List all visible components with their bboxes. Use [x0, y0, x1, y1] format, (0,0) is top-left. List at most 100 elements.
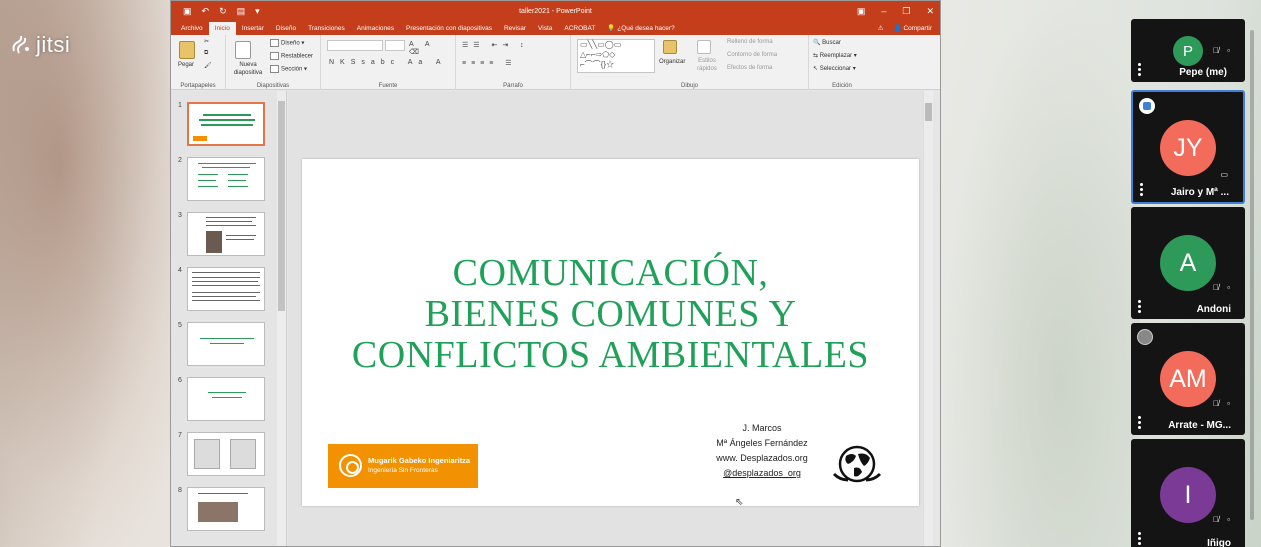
- tab-inicio[interactable]: Inicio: [208, 22, 236, 35]
- connection-indicator-icon[interactable]: [1137, 329, 1153, 345]
- format-painter-icon[interactable]: 🖌: [204, 62, 212, 69]
- filmstrip-scrollbar[interactable]: [1250, 30, 1254, 520]
- tab-acrobat[interactable]: ACROBAT: [558, 22, 601, 35]
- font-family-select[interactable]: [327, 40, 383, 51]
- new-slide-button[interactable]: Nueva diapositiva: [229, 61, 267, 77]
- background-right: [940, 0, 1140, 547]
- tab-presentacion[interactable]: Presentación con diapositivas: [400, 22, 498, 35]
- logo-line-1: Mugarik Gabeko Ingeniaritza: [368, 456, 471, 465]
- more-options-icon[interactable]: [1138, 532, 1141, 547]
- fill-button[interactable]: Relleno de forma: [727, 39, 773, 45]
- thumbnail-row[interactable]: 2: [171, 157, 271, 207]
- slide-thumbnail[interactable]: [187, 322, 265, 366]
- dominant-speaker-icon: [1139, 98, 1155, 114]
- section-icon: [270, 65, 279, 73]
- muted-status-icons: 🎙̸ ▫: [1212, 46, 1233, 55]
- thumbnail-row[interactable]: 1: [171, 102, 271, 152]
- font-format-buttons[interactable]: NKSsabc Aa A: [329, 59, 447, 66]
- participant-tile[interactable]: AM 🎙̸ ▫ Arrate - MG...: [1131, 323, 1245, 435]
- more-options-icon[interactable]: [1140, 183, 1143, 198]
- ribbon-display-icon[interactable]: ▣: [857, 6, 866, 17]
- title-line-3: CONFLICTOS AMBIENTALES: [351, 334, 870, 376]
- participant-tile[interactable]: JY ▭ Jairo y Mª ...: [1131, 90, 1245, 204]
- participant-tile[interactable]: A 🎙̸ ▫ Andoni: [1131, 207, 1245, 319]
- maximize-button[interactable]: ❐: [902, 6, 910, 17]
- logo-line-2: Ingeniería Sin Fronteras: [368, 467, 438, 474]
- jitsi-logo: jitsi: [10, 32, 70, 58]
- find-button[interactable]: 🔍 Buscar: [813, 39, 841, 46]
- new-slide-icon[interactable]: [235, 41, 251, 59]
- paste-button[interactable]: Pegar: [178, 62, 194, 68]
- quick-styles-button[interactable]: Estilos rápidos: [691, 57, 723, 73]
- thumbnail-row[interactable]: 8: [171, 487, 271, 537]
- minimize-button[interactable]: –: [881, 6, 886, 17]
- font-size-select[interactable]: [385, 40, 405, 51]
- arrange-button[interactable]: Organizar: [659, 59, 685, 65]
- effects-button[interactable]: Efectos de forma: [727, 65, 772, 71]
- tab-revisar[interactable]: Revisar: [498, 22, 532, 35]
- replace-button[interactable]: ⇆ Reemplazar ▾: [813, 52, 857, 59]
- slide-thumbnail[interactable]: [187, 157, 265, 201]
- outline-button[interactable]: Contorno de forma: [727, 52, 777, 58]
- close-button[interactable]: ✕: [926, 6, 934, 17]
- reset-label: Restablecer: [281, 53, 314, 60]
- thumbnail-row[interactable]: 4: [171, 267, 271, 317]
- more-options-icon[interactable]: [1138, 300, 1141, 315]
- muted-status-icons: 🎙̸ ▫: [1212, 283, 1233, 292]
- reset-button[interactable]: Restablecer: [270, 52, 313, 60]
- muted-status-icons: 🎙̸ ▫: [1212, 399, 1233, 408]
- paste-icon[interactable]: [179, 41, 195, 59]
- participant-name: Iñigo: [1207, 538, 1231, 547]
- group-label-portapapeles: Portapapeles: [180, 83, 216, 89]
- thumbnail-number: 6: [178, 377, 182, 384]
- layout-label: Diseño: [281, 40, 300, 47]
- slide-thumbnail[interactable]: [187, 212, 265, 256]
- warning-icon[interactable]: ⚠: [878, 22, 884, 35]
- slide-thumbnail[interactable]: [187, 432, 265, 476]
- group-label-diapositivas: Diapositivas: [256, 83, 290, 89]
- slide-thumbnail[interactable]: [187, 102, 265, 146]
- copy-icon[interactable]: ⧉: [204, 50, 208, 57]
- thumbnail-row[interactable]: 6: [171, 377, 271, 427]
- shapes-gallery[interactable]: ▭╲╲▭◯▭ △⌐⌐⇨⬠◇ ⌐⌒⌒{}☆: [577, 39, 655, 73]
- scroll-thumb[interactable]: [278, 101, 285, 311]
- slide-thumbnail[interactable]: [187, 377, 265, 421]
- quick-styles-icon[interactable]: [697, 40, 711, 54]
- align-buttons[interactable]: ≡≡≡≡ ☰: [462, 59, 517, 67]
- tab-archivo[interactable]: Archivo: [175, 22, 209, 35]
- participant-tile[interactable]: I 🎙̸ ▫ Iñigo: [1131, 439, 1245, 547]
- font-grow-shrink[interactable]: A A ⌫: [409, 41, 455, 56]
- slide-thumbnail[interactable]: [187, 267, 265, 311]
- thumbnail-row[interactable]: 3: [171, 212, 271, 262]
- tell-me-box[interactable]: 💡 ¿Qué desea hacer?: [601, 22, 680, 35]
- scroll-thumb[interactable]: [925, 103, 932, 121]
- group-fuente: A A ⌫ NKSsabc Aa A Fuente: [321, 35, 456, 90]
- group-label-parrafo: Párrafo: [503, 83, 523, 89]
- more-options-icon[interactable]: [1138, 416, 1141, 431]
- thumbnail-number: 7: [178, 432, 182, 439]
- thumbnail-row[interactable]: 5: [171, 322, 271, 372]
- tab-animaciones[interactable]: Animaciones: [351, 22, 400, 35]
- share-button[interactable]: 👤 Compartir: [894, 22, 932, 35]
- arrange-icon[interactable]: [663, 40, 677, 54]
- section-button[interactable]: Sección ▾: [270, 65, 307, 73]
- current-slide[interactable]: COMUNICACIÓN, BIENES COMUNES Y CONFLICTO…: [302, 159, 919, 508]
- tab-insertar[interactable]: Insertar: [236, 22, 270, 35]
- editor-scrollbar[interactable]: [923, 91, 933, 546]
- layout-button[interactable]: Diseño ▾: [270, 39, 304, 47]
- list-buttons[interactable]: ☰☰ ⇤⇥ ↕: [462, 41, 529, 49]
- slide-thumbnail[interactable]: [187, 487, 265, 531]
- thumbnail-row[interactable]: 7: [171, 432, 271, 482]
- participant-tile[interactable]: P 🎙̸ ▫ Pepe (me): [1131, 19, 1245, 82]
- cut-icon[interactable]: ✂: [204, 38, 209, 45]
- logo-circle-icon: [339, 454, 362, 477]
- tab-transiciones[interactable]: Transiciones: [302, 22, 351, 35]
- tab-diseno[interactable]: Diseño: [270, 22, 302, 35]
- slide-title[interactable]: COMUNICACIÓN, BIENES COMUNES Y CONFLICTO…: [302, 253, 919, 376]
- ribbon: Pegar ✂ ⧉ 🖌 Portapapeles Nueva diapositi…: [171, 35, 940, 90]
- avatar: P: [1173, 36, 1203, 66]
- thumbnails-scrollbar[interactable]: [277, 91, 286, 546]
- select-button[interactable]: ↖ Seleccionar ▾: [813, 65, 856, 72]
- more-options-icon[interactable]: [1138, 63, 1141, 78]
- tab-vista[interactable]: Vista: [532, 22, 558, 35]
